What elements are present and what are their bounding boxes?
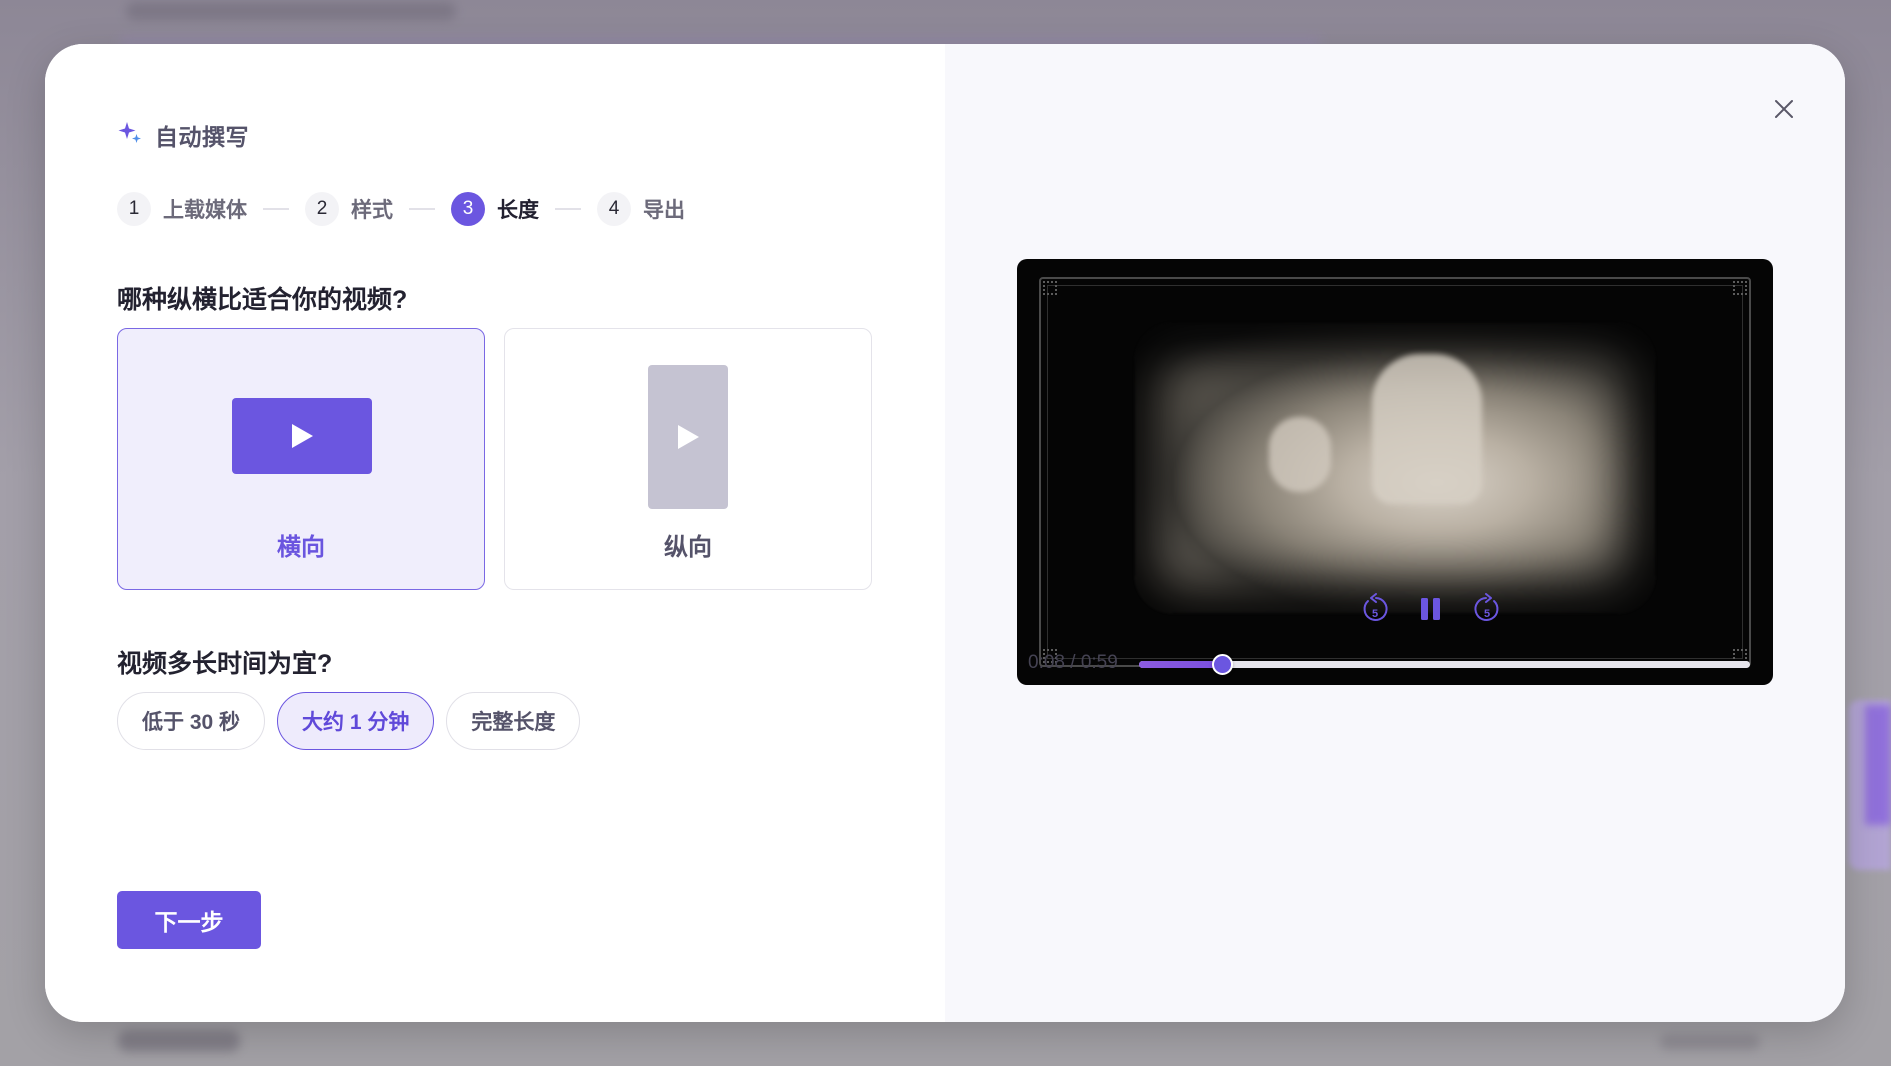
play-icon: [292, 424, 313, 448]
play-icon: [678, 425, 699, 449]
next-button[interactable]: 下一步: [117, 891, 261, 949]
portrait-option-card[interactable]: 纵向: [504, 328, 872, 590]
aspect-ratio-question: 哪种纵横比适合你的视频?: [117, 286, 408, 314]
step-divider: [555, 208, 581, 210]
length-option-full[interactable]: 完整长度: [446, 692, 581, 750]
background-footer-blur: [118, 1030, 240, 1052]
pause-icon[interactable]: [1414, 592, 1448, 626]
landscape-option-card[interactable]: 横向: [117, 328, 485, 590]
step-divider: [263, 208, 289, 210]
length-question: 视频多长时间为宜?: [117, 650, 333, 678]
step-label: 样式: [351, 199, 393, 222]
step-export[interactable]: 4 导出: [597, 192, 685, 226]
seek-bar-progress: [1139, 661, 1222, 668]
step-number: 4: [597, 192, 631, 226]
step-number: 3: [451, 192, 485, 226]
step-upload-media[interactable]: 1 上载媒体: [117, 192, 247, 226]
preview-pane: 5 5 0:08 / 0:59: [945, 44, 1845, 1022]
seek-bar-handle[interactable]: [1211, 654, 1233, 675]
auto-compose-dialog: 自动撰写 1 上载媒体 2 样式 3 长度 4 导出 哪种纵横比适合你的视频? …: [45, 44, 1845, 1022]
sparkle-icon: [117, 120, 143, 151]
stepper: 1 上载媒体 2 样式 3 长度 4 导出: [117, 192, 685, 226]
dialog-title: 自动撰写: [155, 124, 249, 150]
background-footer-blur-right: [1660, 1034, 1760, 1050]
forward-5-icon[interactable]: 5: [1470, 592, 1504, 626]
length-options: 低于 30 秒 大约 1 分钟 完整长度: [117, 692, 581, 750]
close-icon[interactable]: [1769, 94, 1799, 124]
background-title-blur: [126, 2, 456, 20]
rewind-seconds: 5: [1372, 608, 1378, 620]
background-accent-blur: [1865, 705, 1891, 825]
portrait-label: 纵向: [664, 534, 712, 561]
seek-bar[interactable]: [1139, 654, 1750, 675]
dialog-heading: 自动撰写: [117, 118, 249, 152]
step-style[interactable]: 2 样式: [305, 192, 393, 226]
step-label: 上载媒体: [163, 199, 247, 222]
playback-controls: 5 5: [1358, 592, 1504, 626]
length-option-about-1min[interactable]: 大约 1 分钟: [277, 692, 435, 750]
step-number: 1: [117, 192, 151, 226]
step-length[interactable]: 3 长度: [451, 192, 539, 226]
frame-corner-ornament: [1733, 281, 1747, 295]
video-frame-detail: [1269, 417, 1331, 492]
landscape-label: 横向: [277, 534, 325, 561]
time-display: 0:08 / 0:59: [1028, 652, 1118, 673]
frame-corner-ornament: [1043, 281, 1057, 295]
video-frame-detail: [1372, 354, 1482, 504]
landscape-thumbnail: [232, 398, 372, 474]
step-label: 导出: [643, 199, 685, 222]
portrait-thumbnail: [648, 365, 728, 509]
step-label: 长度: [497, 199, 539, 222]
forward-seconds: 5: [1484, 608, 1490, 620]
length-option-under-30s[interactable]: 低于 30 秒: [117, 692, 266, 750]
rewind-5-icon[interactable]: 5: [1358, 592, 1392, 626]
step-number: 2: [305, 192, 339, 226]
settings-pane: 自动撰写 1 上载媒体 2 样式 3 长度 4 导出 哪种纵横比适合你的视频? …: [45, 44, 945, 1022]
step-divider: [409, 208, 435, 210]
